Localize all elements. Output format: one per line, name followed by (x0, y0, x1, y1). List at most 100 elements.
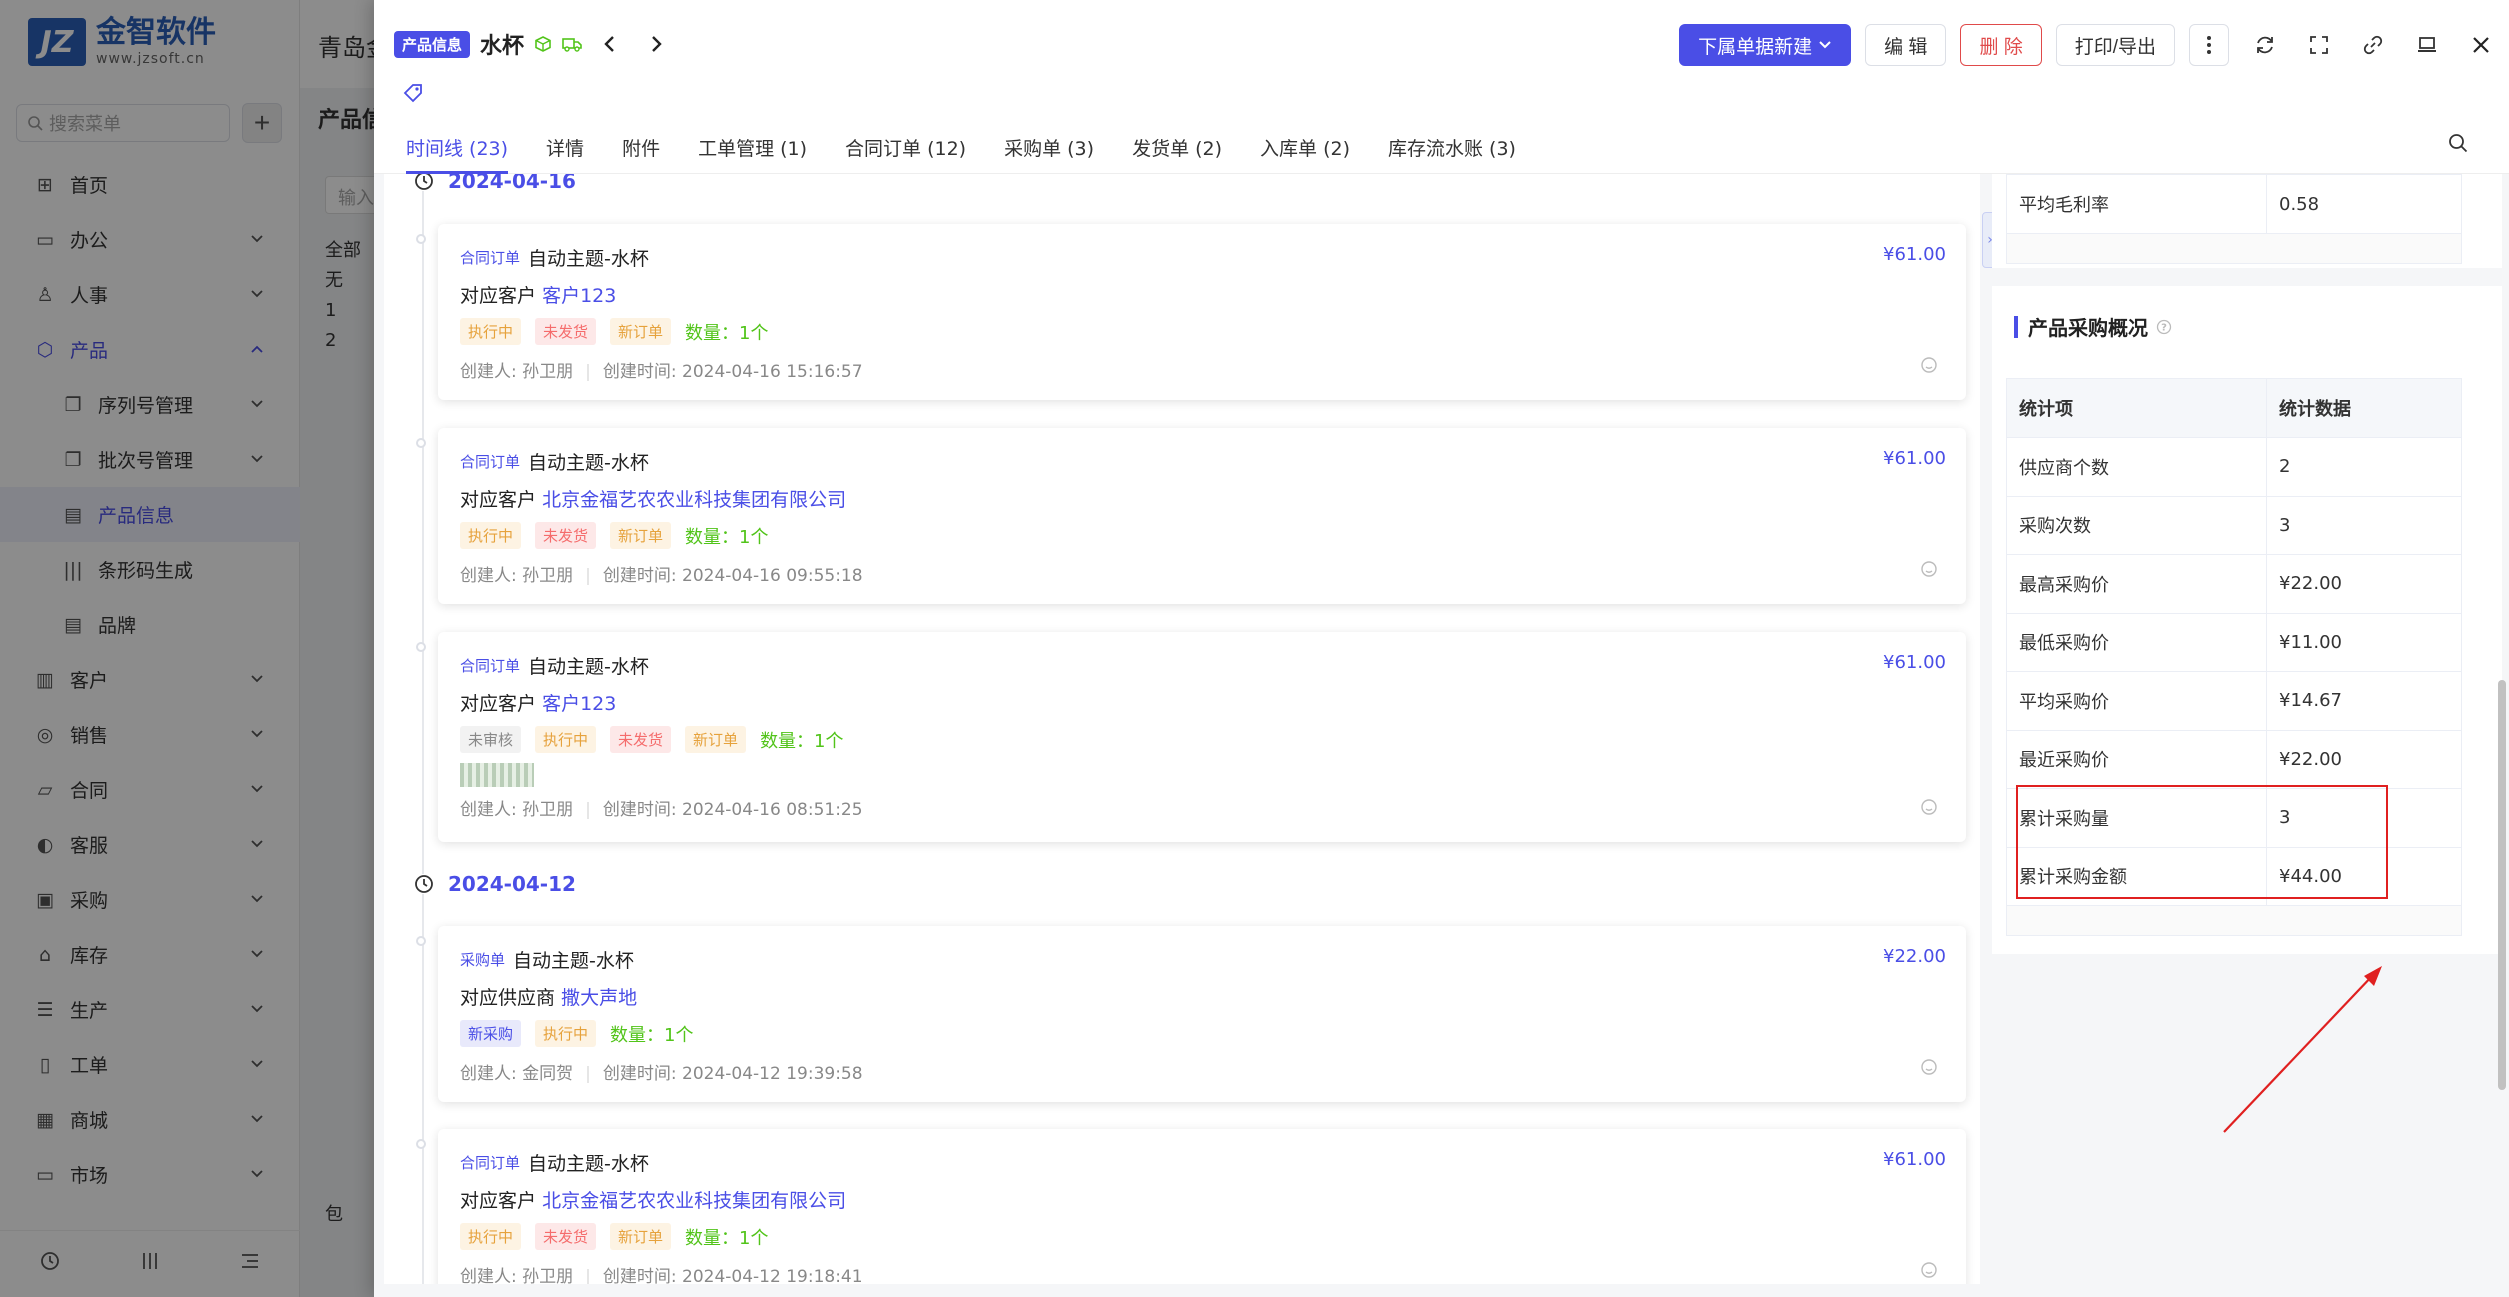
edit-button[interactable]: 编 辑 (1865, 24, 1947, 66)
table-cell: 3 (2266, 495, 2462, 555)
table-cell: 最低采购价 (2006, 612, 2267, 672)
highlight-box (2016, 785, 2388, 899)
record-subject[interactable]: 自动主题-水杯 (528, 244, 649, 271)
link-icon[interactable] (2355, 27, 2391, 63)
created-time-text: 创建时间: 2024-04-16 09:55:18 (602, 566, 863, 586)
quantity-text: 数量：1个 (685, 1227, 769, 1249)
table-row: 最低采购价 ¥11.00 (2006, 612, 2462, 672)
reaction-icon[interactable] (1920, 1058, 1938, 1076)
creator-text: 创建人: 孙卫朋 (460, 566, 574, 586)
scrollbar[interactable] (2498, 680, 2506, 1090)
status-badge: 新订单 (610, 1223, 672, 1250)
chevron-down-icon (1818, 38, 1832, 52)
creator-text: 创建人: 孙卫朋 (460, 1267, 574, 1284)
reaction-icon[interactable] (1920, 1261, 1938, 1279)
table-cell: ¥22.00 (2266, 729, 2462, 789)
attachment-thumbnail[interactable] (460, 763, 534, 787)
tab-contract-orders[interactable]: 合同订单 (12) (845, 134, 966, 173)
timeline-card[interactable]: 合同订单 自动主题-水杯 ¥61.00 对应客户 客户123 未审核 执行中 未发… (416, 632, 1966, 842)
product-badge: 产品信息 (394, 30, 471, 58)
panel-title: 产品采购概况 ? (2014, 312, 2172, 341)
timeline-card[interactable]: 合同订单 自动主题-水杯 ¥61.00 对应客户 北京金福艺农农业科技集团有限公司… (416, 428, 1966, 604)
table-row: 采购次数 3 (2006, 495, 2462, 555)
profit-table: 平均毛利率 0.58 (2006, 174, 2462, 264)
creator-text: 创建人: 孙卫朋 (460, 362, 574, 382)
more-button[interactable] (2189, 24, 2229, 66)
table-row (2006, 233, 2462, 264)
truck-icon (562, 35, 582, 53)
status-badge: 新采购 (460, 1020, 522, 1047)
drawer-title: 产品信息 水杯 (394, 28, 664, 60)
fullscreen-icon[interactable] (2301, 27, 2337, 63)
quantity-text: 数量：1个 (760, 730, 844, 752)
drawer-tabs: 时间线 (23) 详情 附件 工单管理 (1) 合同订单 (12) 采购单 (3… (374, 120, 2509, 174)
close-icon[interactable] (2463, 27, 2499, 63)
tab-inventory-ledger[interactable]: 库存流水账 (3) (1388, 134, 1516, 173)
party-link[interactable]: 北京金福艺农农业科技集团有限公司 (542, 1190, 846, 1212)
search-icon[interactable] (2447, 132, 2469, 154)
panel-title-text: 产品采购概况 (2028, 316, 2148, 340)
table-cell: 平均毛利率 (2006, 174, 2267, 234)
record-subject[interactable]: 自动主题-水杯 (513, 946, 634, 973)
tab-timeline[interactable]: 时间线 (23) (406, 134, 509, 174)
created-time-text: 创建时间: 2024-04-12 19:39:58 (602, 1064, 863, 1084)
table-cell: ¥14.67 (2266, 671, 2462, 731)
cube-icon (534, 35, 552, 53)
table-row: 平均毛利率 0.58 (2006, 174, 2462, 234)
party-link[interactable]: 客户123 (542, 285, 616, 307)
table-cell: 最近采购价 (2006, 729, 2267, 789)
party-link[interactable]: 北京金福艺农农业科技集团有限公司 (542, 489, 846, 511)
record-subject[interactable]: 自动主题-水杯 (528, 1149, 649, 1176)
record-amount: ¥61.00 (1883, 448, 1946, 469)
table-cell: 2 (2266, 437, 2462, 497)
record-subject[interactable]: 自动主题-水杯 (528, 448, 649, 475)
timeline-date: 2024-04-12 (414, 872, 576, 896)
reaction-icon[interactable] (1920, 356, 1938, 374)
tab-purchase-orders[interactable]: 采购单 (3) (1004, 134, 1094, 173)
tab-shipping-orders[interactable]: 发货单 (2) (1132, 134, 1222, 173)
status-badge: 执行中 (460, 1223, 522, 1250)
print-export-button[interactable]: 打印/导出 (2055, 24, 2175, 66)
timeline-dot (416, 642, 426, 652)
tab-work-orders[interactable]: 工单管理 (1) (698, 134, 807, 173)
party-link[interactable]: 撒大声地 (561, 987, 637, 1009)
status-badge: 执行中 (535, 726, 597, 753)
tab-inbound-orders[interactable]: 入库单 (2) (1260, 134, 1350, 173)
tab-details[interactable]: 详情 (546, 134, 584, 173)
tag-icon[interactable] (402, 82, 424, 104)
timeline-card[interactable]: 合同订单 自动主题-水杯 ¥61.00 对应客户 客户123 执行中 未发货 新订… (416, 224, 1966, 400)
refresh-icon[interactable] (2247, 27, 2283, 63)
table-row: 最高采购价 ¥22.00 (2006, 554, 2462, 614)
chevron-left-icon[interactable] (602, 34, 618, 54)
record-subject[interactable]: 自动主题-水杯 (528, 652, 649, 679)
timeline-dot (416, 1139, 426, 1149)
party-label: 对应客户 (460, 693, 537, 715)
timeline-panel[interactable]: 2024-04-16 合同订单 自动主题-水杯 ¥61.00 对应客户 客户123… (384, 174, 1980, 1284)
table-cell (2006, 905, 2462, 936)
product-detail-drawer: 产品信息 水杯 下属单据新建 编 辑 删 除 打印/导出 时间线 (23) 详情… (374, 0, 2509, 1297)
timeline-card[interactable]: 合同订单 自动主题-水杯 ¥61.00 对应客户 北京金福艺农农业科技集团有限公司… (416, 1129, 1966, 1284)
timeline-card[interactable]: 采购单 自动主题-水杯 ¥22.00 对应供应商 撒大声地 新采购 执行中 数量：… (416, 926, 1966, 1102)
new-sub-document-label: 下属单据新建 (1698, 36, 1813, 58)
record-type-badge: 合同订单 (460, 657, 521, 675)
timeline-dot (416, 438, 426, 448)
new-sub-document-button[interactable]: 下属单据新建 (1679, 24, 1852, 66)
status-badge: 执行中 (460, 318, 522, 345)
reaction-icon[interactable] (1920, 798, 1938, 816)
status-badge: 未发货 (535, 522, 597, 549)
laptop-icon[interactable] (2409, 27, 2445, 63)
overlay-mask[interactable] (0, 0, 374, 1297)
record-amount: ¥22.00 (1883, 946, 1946, 967)
created-time-text: 创建时间: 2024-04-16 08:51:25 (602, 800, 863, 820)
timeline-line (422, 174, 424, 1284)
tab-attachments[interactable]: 附件 (622, 134, 660, 173)
help-icon[interactable]: ? (2156, 319, 2172, 335)
party-link[interactable]: 客户123 (542, 693, 616, 715)
table-cell: 0.58 (2266, 174, 2462, 234)
party-label: 对应客户 (460, 1190, 537, 1212)
table-row: 最近采购价 ¥22.00 (2006, 729, 2462, 789)
chevron-right-icon[interactable] (648, 34, 664, 54)
reaction-icon[interactable] (1920, 560, 1938, 578)
delete-button[interactable]: 删 除 (1960, 24, 2042, 66)
table-header: 统计数据 (2266, 378, 2462, 438)
